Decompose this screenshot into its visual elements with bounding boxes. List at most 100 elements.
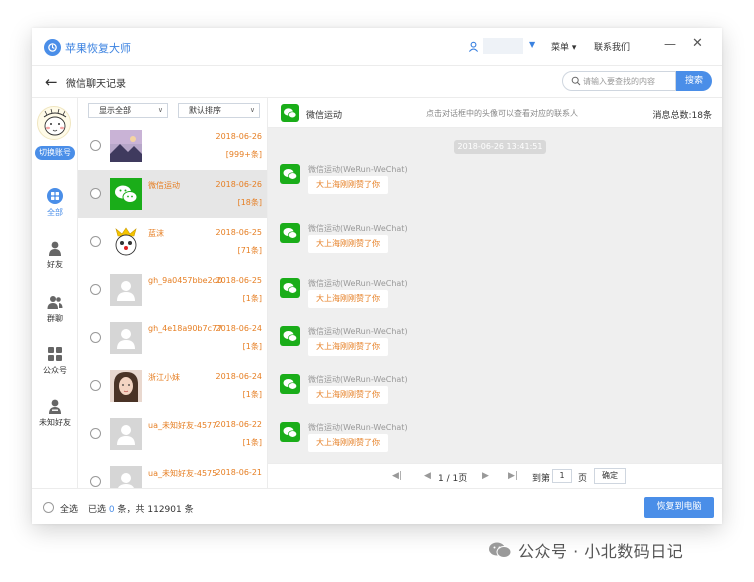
sort-dropdown[interactable]: 默认排序 ∨: [178, 103, 260, 118]
back-arrow-icon[interactable]: ←: [45, 73, 58, 91]
nav-item-official-accounts[interactable]: 公众号: [32, 346, 78, 376]
message: 微信运动(WeRun-WeChat) 大上海刚刚赞了你: [280, 278, 580, 322]
message: 微信运动(WeRun-WeChat) 大上海刚刚赞了你: [280, 164, 580, 208]
contact-row[interactable]: ua_未知好友-4575 2018-06-21: [78, 458, 267, 488]
select-all-label[interactable]: 全选: [60, 502, 78, 515]
message: 微信运动(WeRun-WeChat) 大上海刚刚赞了你: [280, 374, 580, 418]
unknown-person-icon: [49, 399, 61, 414]
contact-count: [71条]: [237, 246, 262, 255]
werun-avatar-icon[interactable]: [280, 326, 300, 346]
contact-row[interactable]: ua_未知好友-4577 2018-06-22 [1条]: [78, 410, 267, 458]
contact-radio[interactable]: [90, 284, 101, 295]
nav-item-friends[interactable]: 好友: [32, 240, 78, 270]
contact-date: 2018-06-25: [215, 228, 263, 237]
contact-us-button[interactable]: 联系我们: [594, 40, 630, 53]
watermark-text: 公众号 · 小北数码日记: [518, 542, 684, 561]
first-page-icon[interactable]: ◀|: [392, 471, 402, 481]
werun-icon: [281, 104, 299, 122]
menu-button[interactable]: 菜单 ▾: [551, 40, 576, 53]
contact-date: 2018-06-25: [215, 276, 263, 285]
message-bubble: 大上海刚刚赞了你: [308, 386, 388, 404]
nav-label-unknown-friends: 未知好友: [39, 418, 71, 427]
selected-prefix: 已选: [88, 505, 107, 515]
user-name-blurred[interactable]: [483, 38, 523, 54]
user-menu-caret-icon[interactable]: ▼: [529, 40, 535, 49]
default-avatar-icon: [110, 466, 142, 488]
last-page-icon[interactable]: ▶|: [508, 471, 518, 481]
wechat-icon: [489, 542, 512, 558]
nav-label-official-accounts: 公众号: [43, 366, 67, 375]
contact-radio[interactable]: [90, 380, 101, 391]
message-sender: 微信运动(WeRun-WeChat): [308, 423, 408, 432]
filter-bar: 显示全部 ∨ 默认排序 ∨: [78, 98, 267, 122]
pagination: ◀| ◀ 1 / 1页 ▶ ▶| 到第 1 页 确定: [268, 463, 722, 488]
message-bubble: 大上海刚刚赞了你: [308, 176, 388, 194]
contact-name: gh_9a0457bbe2c0: [148, 276, 223, 285]
search-input[interactable]: [583, 74, 673, 88]
nav-item-groups[interactable]: 群聊: [32, 294, 78, 324]
close-button[interactable]: ✕: [692, 36, 703, 51]
contact-avatar: [110, 130, 142, 162]
contact-radio[interactable]: [90, 188, 101, 199]
user-icon[interactable]: [468, 41, 479, 52]
message-sender: 微信运动(WeRun-WeChat): [308, 165, 408, 174]
werun-avatar-icon[interactable]: [280, 164, 300, 184]
werun-avatar-icon[interactable]: [280, 223, 300, 243]
nav-item-unknown-friends[interactable]: 未知好友: [32, 398, 78, 428]
app-logo-icon: [44, 39, 61, 56]
contact-row[interactable]: 2018-06-26 [999+条]: [78, 122, 267, 170]
chevron-down-icon: ∨: [249, 106, 255, 114]
contact-row[interactable]: 蓝沫 2018-06-25 [71条]: [78, 218, 267, 266]
select-all-radio[interactable]: [43, 502, 54, 513]
contact-row[interactable]: 浙江小妹 2018-06-24 [1条]: [78, 362, 267, 410]
contact-avatar: [110, 370, 142, 402]
app-title: 苹果恢复大师: [65, 42, 131, 55]
switch-account-button[interactable]: 切换账号: [35, 146, 75, 160]
contact-name: gh_4e18a90b7c77: [148, 324, 223, 333]
page-title: 微信聊天记录: [66, 79, 126, 90]
confirm-page-button[interactable]: 确定: [594, 468, 626, 484]
show-filter-dropdown[interactable]: 显示全部 ∨: [88, 103, 168, 118]
search-button[interactable]: 搜索: [676, 71, 712, 91]
werun-avatar-icon[interactable]: [280, 422, 300, 442]
contact-radio[interactable]: [90, 140, 101, 151]
sort-value: 默认排序: [189, 106, 221, 115]
contact-list: 显示全部 ∨ 默认排序 ∨ 2018-06-26 [999+条] 微信运动 2018…: [78, 98, 268, 488]
message-sender: 微信运动(WeRun-WeChat): [308, 224, 408, 233]
group-icon: [47, 296, 63, 309]
search-box: [562, 71, 676, 91]
person-icon: [49, 241, 61, 256]
contact-count: [18条]: [237, 198, 262, 207]
contact-radio[interactable]: [90, 332, 101, 343]
chat-messages: 2018-06-26 13:41:51 微信运动(WeRun-WeChat) 大…: [268, 128, 722, 463]
sub-header: ← 微信聊天记录 搜索: [32, 66, 722, 98]
werun-avatar-icon[interactable]: [280, 278, 300, 298]
nav-label-groups: 群聊: [47, 314, 63, 323]
contact-radio[interactable]: [90, 476, 101, 487]
contact-count: [1条]: [242, 438, 262, 447]
message-total: 消息总数:18条: [652, 111, 713, 121]
contact-count: [999+条]: [225, 150, 262, 159]
contact-radio[interactable]: [90, 428, 101, 439]
message-sender: 微信运动(WeRun-WeChat): [308, 279, 408, 288]
contact-radio[interactable]: [90, 236, 101, 247]
show-filter-value: 显示全部: [99, 106, 131, 115]
nav-item-all[interactable]: 全部: [32, 188, 78, 218]
restore-to-computer-button[interactable]: 恢复到电脑: [644, 497, 714, 518]
message-bubble: 大上海刚刚赞了你: [308, 290, 388, 308]
search-icon: [571, 76, 581, 86]
prev-page-icon[interactable]: ◀: [424, 471, 431, 481]
page-number-input[interactable]: 1: [552, 469, 572, 483]
next-page-icon[interactable]: ▶: [482, 471, 489, 481]
contact-date: 2018-06-21: [215, 468, 263, 477]
werun-avatar-icon[interactable]: [280, 374, 300, 394]
contact-row[interactable]: gh_4e18a90b7c77 2018-06-24 [1条]: [78, 314, 267, 362]
contact-row[interactable]: gh_9a0457bbe2c0 2018-06-25 [1条]: [78, 266, 267, 314]
message-bubble: 大上海刚刚赞了你: [308, 235, 388, 253]
account-avatar[interactable]: [37, 106, 71, 140]
contact-row[interactable]: 微信运动 2018-06-26 [18条]: [78, 170, 267, 218]
apps-icon: [48, 347, 62, 361]
default-avatar-icon: [110, 322, 142, 354]
minimize-button[interactable]: —: [664, 37, 676, 51]
default-avatar-icon: [110, 418, 142, 450]
